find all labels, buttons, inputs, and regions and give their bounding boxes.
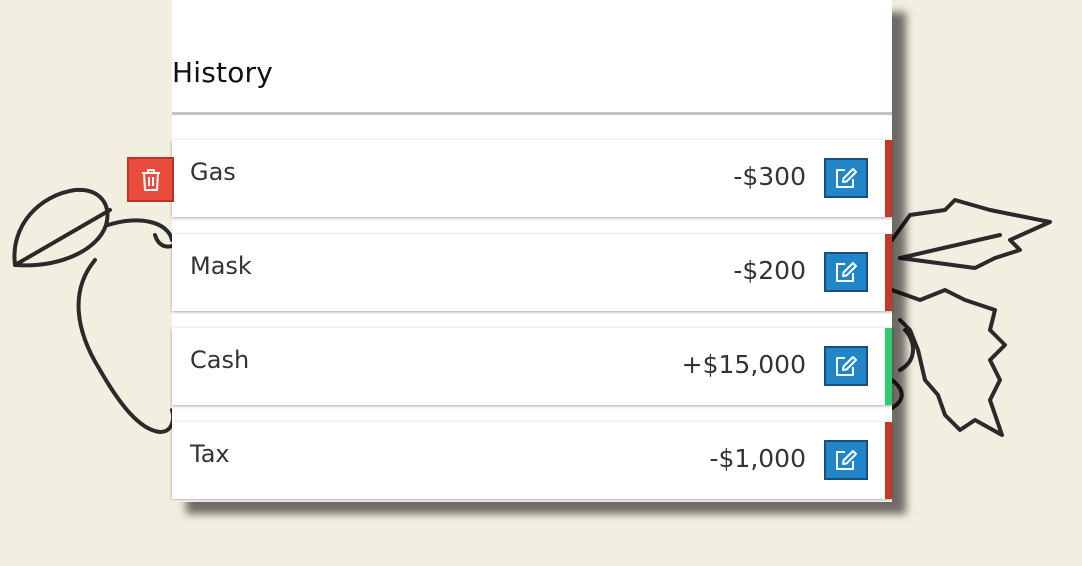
edit-button[interactable] [824, 252, 868, 292]
transaction-name: Gas [190, 158, 236, 186]
expense-indicator [885, 140, 892, 217]
transaction-amount: -$1,000 [709, 444, 807, 473]
transaction-item[interactable]: Gas -$300 [172, 140, 892, 217]
transaction-item[interactable]: Mask -$200 [172, 234, 892, 311]
edit-button[interactable] [824, 440, 868, 480]
transaction-amount: +$15,000 [681, 350, 806, 379]
edit-icon [836, 168, 857, 188]
transaction-name: Tax [190, 440, 230, 468]
edit-button[interactable] [824, 346, 868, 386]
edit-button[interactable] [824, 158, 868, 198]
transaction-name: Cash [190, 346, 250, 374]
edit-icon [836, 450, 857, 470]
edit-icon [836, 356, 857, 376]
transaction-item[interactable]: Tax -$1,000 [172, 422, 892, 499]
expense-indicator [885, 234, 892, 311]
transaction-item[interactable]: Cash +$15,000 [172, 328, 892, 405]
delete-button[interactable] [127, 157, 174, 202]
expense-indicator [885, 422, 892, 499]
trash-icon [141, 168, 160, 191]
transaction-list: Gas -$300 Mask -$200 Cash +$15,000 Tax -… [172, 140, 892, 516]
income-indicator [885, 328, 892, 405]
edit-icon [836, 262, 857, 282]
history-divider [172, 112, 892, 115]
transaction-amount: -$200 [733, 256, 806, 285]
app-stage: History Gas -$300 Mask -$200 Cash +$15,0… [0, 0, 1082, 566]
transaction-amount: -$300 [733, 162, 806, 191]
transaction-name: Mask [190, 252, 252, 280]
history-panel: History Gas -$300 Mask -$200 Cash +$15,0… [172, 0, 892, 502]
history-title: History [172, 56, 274, 89]
